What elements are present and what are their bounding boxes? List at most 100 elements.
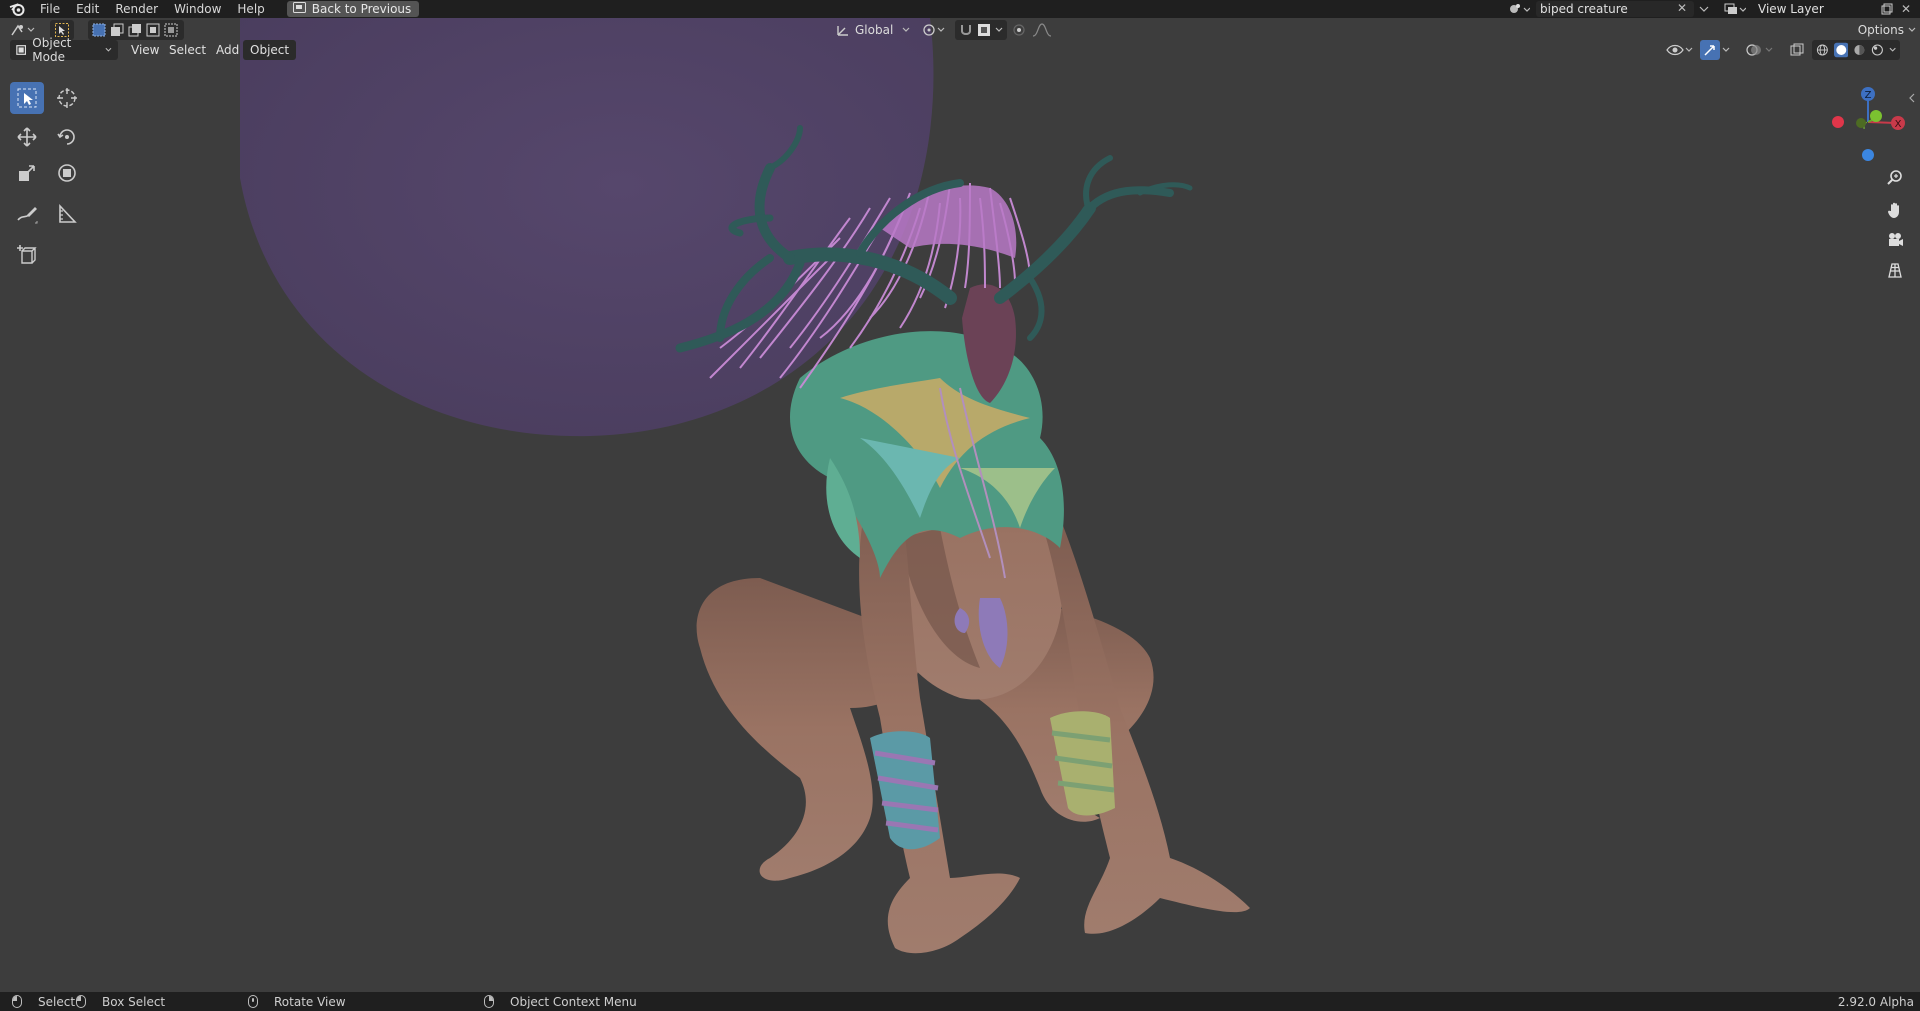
version-label: 2.92.0 Alpha xyxy=(1837,994,1914,1009)
transform-icon xyxy=(58,164,76,182)
editor-type-icon xyxy=(11,24,35,36)
status-context-menu: Object Context Menu xyxy=(484,992,637,1011)
visibility-dropdown[interactable] xyxy=(1666,40,1696,60)
status-select-label: Select xyxy=(38,994,76,1009)
view-layer-name: View Layer xyxy=(1758,2,1824,16)
scale-tool[interactable] xyxy=(10,157,44,189)
ortho-toggle-button[interactable] xyxy=(1880,256,1910,284)
wireframe-shading-icon[interactable] xyxy=(1816,43,1829,57)
zoom-view-button[interactable] xyxy=(1880,164,1910,192)
hand-icon xyxy=(1888,202,1899,218)
add-cube-icon xyxy=(17,245,37,264)
camera-view-button[interactable] xyxy=(1880,226,1910,254)
status-box-select: Box Select xyxy=(76,992,165,1011)
grid-perspective-icon xyxy=(1888,263,1902,278)
gizmo-y-axis[interactable] xyxy=(1870,110,1882,122)
new-view-layer-icon[interactable] xyxy=(1878,1,1896,17)
gizmo-neg-z[interactable] xyxy=(1862,149,1874,161)
gizmo-neg-x[interactable] xyxy=(1832,116,1844,128)
mouse-middle-icon xyxy=(248,995,258,1008)
menu-select[interactable]: Select xyxy=(162,40,213,60)
scene-name: biped creature xyxy=(1540,2,1628,16)
scene-dropdown-icon[interactable] xyxy=(1694,1,1714,17)
annotate-tool[interactable] xyxy=(10,198,44,230)
options-dropdown[interactable]: Options xyxy=(1852,20,1916,40)
menu-view[interactable]: View xyxy=(124,40,166,60)
transform-tool[interactable] xyxy=(50,157,84,189)
status-rotate-view-label: Rotate View xyxy=(274,994,346,1009)
pivot-point-icon xyxy=(923,24,945,36)
menu-file[interactable]: File xyxy=(32,0,68,18)
select-box-icon xyxy=(17,88,37,108)
xray-icon xyxy=(1790,43,1804,56)
menu-render[interactable]: Render xyxy=(107,0,166,18)
menu-help[interactable]: Help xyxy=(229,0,272,18)
mouse-right-icon xyxy=(484,995,494,1008)
pan-view-button[interactable] xyxy=(1880,196,1910,224)
status-context-menu-label: Object Context Menu xyxy=(510,994,637,1009)
transform-orientation-dropdown[interactable]: Global xyxy=(836,20,914,40)
blender-logo-icon[interactable] xyxy=(8,0,26,18)
solid-shading-icon[interactable] xyxy=(1833,42,1849,58)
view-layer-close-icon[interactable]: ✕ xyxy=(1897,1,1915,17)
menu-edit[interactable]: Edit xyxy=(68,0,107,18)
menu-object[interactable]: Object xyxy=(243,40,297,60)
select-intersect-icon[interactable] xyxy=(164,23,178,37)
gizmo-dropdown[interactable] xyxy=(1722,40,1734,60)
scene-close-icon[interactable]: ✕ xyxy=(1677,1,1687,15)
move-tool[interactable] xyxy=(10,121,44,153)
overlays-toggle[interactable] xyxy=(1746,40,1776,60)
back-to-previous-label: Back to Previous xyxy=(311,2,412,16)
select-new-icon[interactable] xyxy=(92,23,106,37)
gizmo-icon xyxy=(1704,45,1715,56)
chevron-down-icon xyxy=(1722,47,1730,52)
rotate-icon xyxy=(57,129,75,145)
rendered-shading-icon[interactable] xyxy=(1871,43,1884,57)
3d-cursor-icon xyxy=(57,88,77,108)
zoom-icon xyxy=(1887,170,1902,185)
view-layer-icon[interactable] xyxy=(1722,1,1748,17)
gizmo-z-label: Z xyxy=(1865,90,1872,101)
annotate-pencil-icon xyxy=(17,207,38,224)
status-box-select-label: Box Select xyxy=(102,994,166,1009)
menu-window[interactable]: Window xyxy=(166,0,229,18)
back-to-previous-button[interactable]: Back to Previous xyxy=(286,1,420,17)
select-extend-icon[interactable] xyxy=(110,23,124,37)
material-preview-icon[interactable] xyxy=(1853,43,1866,57)
chevron-down-icon xyxy=(1908,27,1916,32)
object-mode-label: Object Mode xyxy=(32,36,72,64)
proportional-editing-group xyxy=(1012,20,1062,40)
pivot-point-dropdown[interactable] xyxy=(922,20,950,40)
overlays-icon xyxy=(1746,44,1773,56)
proportional-editing-icon[interactable] xyxy=(1012,23,1026,37)
object-mode-dropdown[interactable]: Object Mode xyxy=(10,36,118,64)
select-box-tool[interactable] xyxy=(10,82,44,114)
menu-add[interactable]: Add xyxy=(209,40,246,60)
mouse-left-icon xyxy=(12,995,22,1008)
falloff-curve-icon[interactable] xyxy=(1032,23,1052,37)
status-select: Select xyxy=(12,992,75,1011)
cursor-tool[interactable] xyxy=(50,82,84,114)
3d-viewport[interactable]: Global Options Object Mode View Select A… xyxy=(0,18,1920,992)
chevron-down-icon xyxy=(105,47,112,52)
scene-name-field[interactable]: biped creature xyxy=(1536,1,1694,17)
status-bar: Select Box Select Rotate View Object Con… xyxy=(0,992,1920,1011)
snap-icon[interactable] xyxy=(959,23,973,37)
measure-tool[interactable] xyxy=(50,198,84,230)
camera-icon xyxy=(1889,233,1903,246)
add-cube-tool[interactable] xyxy=(10,239,44,271)
mouse-drag-icon xyxy=(76,995,86,1008)
select-invert-icon[interactable] xyxy=(146,23,160,37)
view-layer-field[interactable]: View Layer xyxy=(1752,1,1878,17)
gizmo-x-label: X xyxy=(1895,119,1902,130)
left-wrist-wrap xyxy=(870,731,940,850)
rotate-tool[interactable] xyxy=(50,121,84,153)
show-gizmo-toggle[interactable] xyxy=(1700,40,1720,60)
select-mode-group xyxy=(88,20,184,40)
gizmo-neg-y[interactable] xyxy=(1856,118,1866,128)
xray-toggle[interactable] xyxy=(1790,40,1808,60)
scene-selector-icon[interactable] xyxy=(1506,1,1532,17)
snap-target-icon[interactable] xyxy=(977,23,991,37)
select-subtract-icon[interactable] xyxy=(128,23,142,37)
eye-icon xyxy=(1666,44,1693,56)
